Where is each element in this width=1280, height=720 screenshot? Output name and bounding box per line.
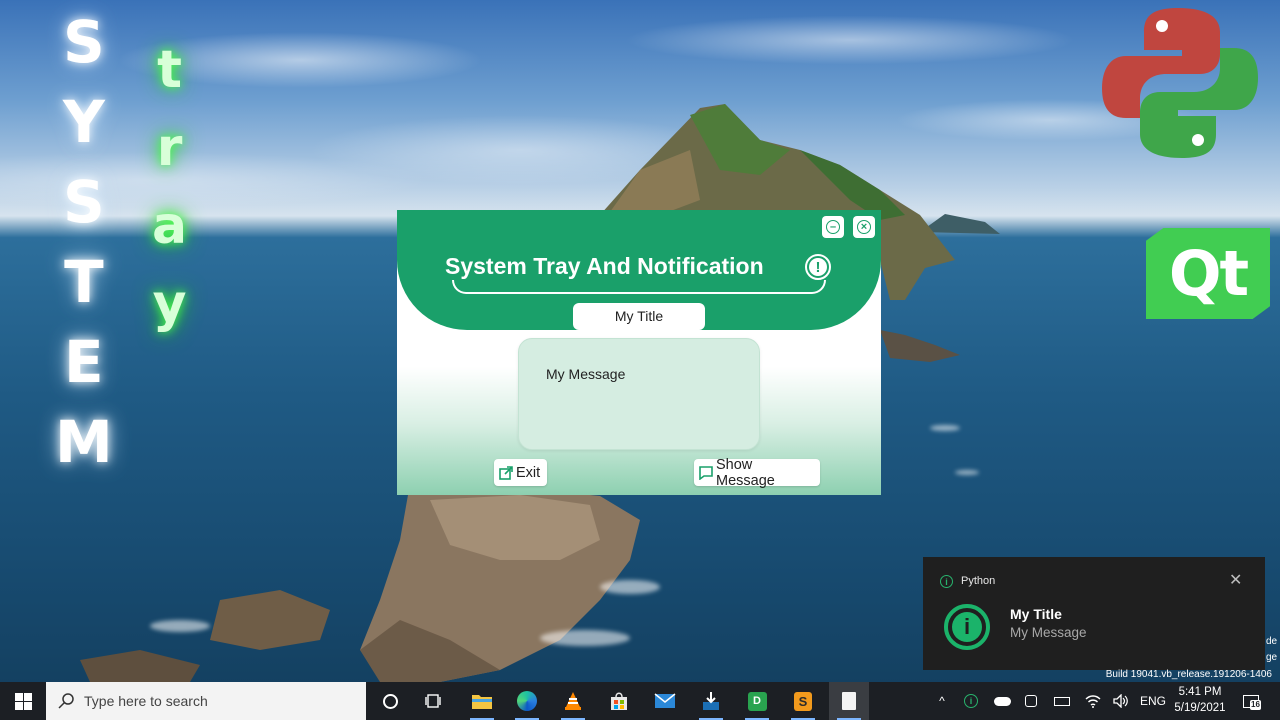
message-icon bbox=[699, 465, 713, 480]
installer-icon bbox=[703, 692, 719, 710]
installer-button[interactable] bbox=[691, 682, 731, 720]
language-indicator[interactable]: ENG bbox=[1138, 682, 1168, 720]
python-logo bbox=[1102, 8, 1258, 158]
system-letter: M bbox=[55, 408, 113, 476]
task-view-icon bbox=[425, 694, 441, 708]
volume-button[interactable] bbox=[1110, 682, 1132, 720]
app-title: System Tray And Notification bbox=[445, 253, 764, 279]
speaker-icon bbox=[1113, 694, 1128, 708]
x-circle-icon: × bbox=[857, 220, 871, 234]
search-box[interactable]: Type here to search bbox=[46, 682, 366, 720]
watermark-fragment: de bbox=[1266, 636, 1278, 647]
toast-title: My Title bbox=[1010, 606, 1062, 622]
minimize-button[interactable]: – bbox=[822, 216, 844, 238]
store-button[interactable] bbox=[599, 682, 639, 720]
surf bbox=[930, 425, 960, 431]
clock-time: 5:41 PM bbox=[1178, 686, 1222, 698]
wifi-icon bbox=[1085, 695, 1101, 708]
cloud-icon bbox=[993, 696, 1011, 706]
camera-icon bbox=[1025, 695, 1037, 707]
notepad-button[interactable] bbox=[829, 682, 869, 720]
app-header: – × System Tray And Notification ! bbox=[397, 210, 881, 330]
edge-icon bbox=[517, 691, 537, 711]
start-button[interactable] bbox=[0, 682, 46, 720]
notification-count: 16 bbox=[1250, 699, 1261, 710]
exclamation-circle-icon: ! bbox=[805, 254, 831, 280]
wifi-button[interactable] bbox=[1082, 682, 1104, 720]
toast-close-button[interactable]: ✕ bbox=[1229, 570, 1242, 590]
surf bbox=[955, 470, 979, 475]
info-tray-icon: i bbox=[964, 694, 978, 708]
title-field[interactable] bbox=[573, 303, 705, 330]
tray-vertical-text: t r a y bbox=[152, 40, 187, 334]
toast-notification[interactable]: i Python ✕ i My Title My Message bbox=[923, 557, 1265, 670]
green-app-button[interactable]: D bbox=[737, 682, 777, 720]
surf bbox=[600, 580, 660, 594]
clock[interactable]: 5:41 PM 5/19/2021 bbox=[1165, 684, 1235, 716]
exit-button[interactable]: Exit bbox=[494, 459, 547, 486]
taskbar: Type here to search D S ^ i ENG 5:41 PM … bbox=[0, 682, 1280, 720]
chevron-up-icon[interactable]: ^ bbox=[932, 682, 952, 720]
task-view-button[interactable] bbox=[414, 682, 454, 720]
notification-icon: 16 bbox=[1243, 694, 1261, 710]
external-link-icon bbox=[499, 465, 513, 480]
mail-icon bbox=[654, 693, 676, 708]
app-window: – × System Tray And Notification ! My Me… bbox=[397, 210, 881, 495]
info-small-icon: i bbox=[940, 575, 953, 588]
onedrive-button[interactable] bbox=[990, 682, 1014, 720]
green-app-icon: D bbox=[747, 691, 767, 711]
show-message-button[interactable]: Show Message bbox=[694, 456, 820, 489]
toast-app-name: Python bbox=[961, 575, 996, 587]
tray-letter: t bbox=[157, 40, 182, 100]
store-icon bbox=[611, 692, 627, 710]
meet-now-button[interactable] bbox=[1020, 682, 1042, 720]
tray-letter: y bbox=[152, 274, 187, 334]
vlc-button[interactable] bbox=[553, 682, 593, 720]
system-letter: S bbox=[62, 168, 105, 236]
surf bbox=[150, 620, 210, 632]
sublime-button[interactable]: S bbox=[783, 682, 823, 720]
cortana-button[interactable] bbox=[370, 682, 410, 720]
vlc-icon bbox=[565, 692, 581, 710]
battery-icon bbox=[1054, 696, 1070, 706]
search-placeholder: Type here to search bbox=[84, 693, 208, 709]
system-letter: E bbox=[64, 328, 104, 396]
title-underline bbox=[452, 280, 826, 294]
windows-logo-icon bbox=[14, 692, 32, 710]
toast-message: My Message bbox=[1010, 625, 1087, 640]
file-explorer-button[interactable] bbox=[462, 682, 502, 720]
minus-circle-icon: – bbox=[826, 220, 840, 234]
watermark-fragment: ge bbox=[1266, 652, 1278, 663]
tray-letter: r bbox=[156, 118, 183, 178]
search-icon bbox=[58, 693, 74, 709]
exit-label: Exit bbox=[516, 464, 541, 481]
battery-button[interactable] bbox=[1050, 682, 1074, 720]
close-button[interactable]: × bbox=[853, 216, 875, 238]
clock-date: 5/19/2021 bbox=[1174, 702, 1226, 714]
qt-logo: Qt bbox=[1146, 228, 1270, 319]
notepad-icon bbox=[842, 692, 856, 710]
mail-button[interactable] bbox=[645, 682, 685, 720]
build-watermark: Build 19041.vb_release.191206-1406 bbox=[1105, 669, 1272, 680]
cortana-icon bbox=[382, 693, 398, 709]
show-message-label: Show Message bbox=[716, 456, 775, 489]
system-letter: T bbox=[64, 248, 104, 316]
system-letter: Y bbox=[62, 88, 105, 156]
file-explorer-icon bbox=[472, 695, 492, 709]
action-center-button[interactable]: 16 bbox=[1238, 682, 1264, 720]
system-letter: S bbox=[62, 8, 105, 76]
message-field[interactable]: My Message bbox=[518, 338, 760, 450]
system-vertical-text: S Y S T E M bbox=[55, 8, 113, 476]
sublime-icon: S bbox=[794, 691, 812, 711]
edge-button[interactable] bbox=[507, 682, 547, 720]
tray-letter: a bbox=[152, 196, 188, 256]
python-tray-button[interactable]: i bbox=[960, 682, 982, 720]
info-icon: i bbox=[944, 604, 990, 650]
surf bbox=[540, 630, 630, 646]
